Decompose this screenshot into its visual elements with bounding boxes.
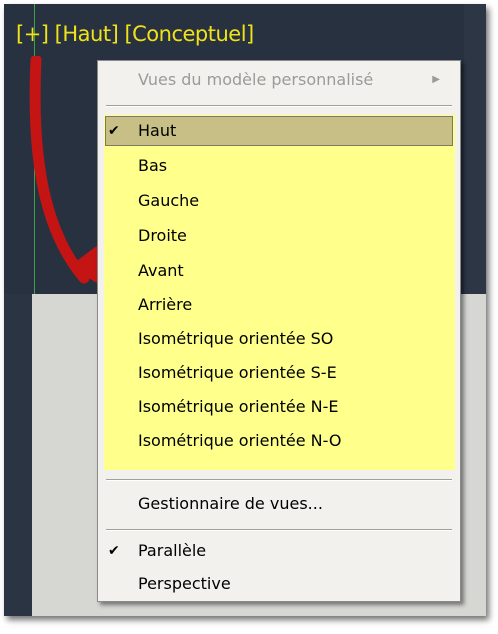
menu-item-arriere[interactable]: Arrière (98, 290, 460, 320)
view-context-menu: Vues du modèle personnalisé ▶ ✔ Haut Bas… (97, 60, 461, 602)
menu-separator (106, 529, 452, 531)
viewport-controls-label: [+] [Haut] [Conceptuel] (16, 22, 254, 46)
menu-item-label: Isométrique orientée N-E (138, 397, 339, 416)
check-icon: ✔ (108, 543, 120, 559)
menu-item-view-manager[interactable]: Gestionnaire de vues... (98, 489, 460, 519)
screenshot-frame: [+] [Haut] [Conceptuel] Vues du modèle p… (4, 4, 486, 616)
viewport-left-strip (4, 294, 32, 616)
menu-item-label: Avant (138, 261, 184, 280)
submenu-arrow-icon: ▶ (432, 74, 440, 85)
viewport-plus-control[interactable]: [+] (16, 22, 49, 46)
menu-item-label: Bas (138, 156, 168, 175)
menu-item-label: Droite (138, 226, 187, 245)
menu-item-bas[interactable]: Bas (98, 151, 460, 181)
menu-item-label: Isométrique orientée S-E (138, 363, 337, 382)
check-icon: ✔ (108, 123, 120, 139)
menu-item-iso-no[interactable]: Isométrique orientée N-O (98, 426, 460, 456)
menu-item-label: Haut (138, 121, 177, 140)
menu-item-label: Gestionnaire de vues... (138, 494, 323, 513)
menu-item-avant[interactable]: Avant (98, 256, 460, 286)
menu-item-custom-model-views[interactable]: Vues du modèle personnalisé ▶ (98, 65, 460, 95)
menu-item-iso-so[interactable]: Isométrique orientée SO (98, 324, 460, 354)
menu-item-label: Perspective (138, 574, 231, 593)
menu-item-label: Parallèle (138, 541, 207, 560)
viewport-visual-style-control[interactable]: [Conceptuel] (124, 22, 254, 46)
menu-item-label: Arrière (138, 295, 193, 314)
menu-item-label: Gauche (138, 191, 200, 210)
menu-item-label: Isométrique orientée N-O (138, 431, 342, 450)
viewport-view-control[interactable]: [Haut] (55, 22, 119, 46)
menu-item-label: Vues du modèle personnalisé (138, 70, 374, 89)
menu-item-perspective[interactable]: Perspective (98, 569, 460, 599)
menu-item-parallele[interactable]: ✔ Parallèle (98, 536, 460, 566)
menu-item-gauche[interactable]: Gauche (98, 186, 460, 216)
menu-item-iso-ne[interactable]: Isométrique orientée N-E (98, 392, 460, 422)
menu-item-label: Isométrique orientée SO (138, 329, 334, 348)
viewport-right-strip (464, 4, 486, 294)
menu-separator (106, 105, 452, 107)
menu-item-haut[interactable]: ✔ Haut (98, 116, 460, 146)
menu-separator (106, 479, 452, 481)
menu-item-iso-se[interactable]: Isométrique orientée S-E (98, 358, 460, 388)
menu-item-droite[interactable]: Droite (98, 221, 460, 251)
